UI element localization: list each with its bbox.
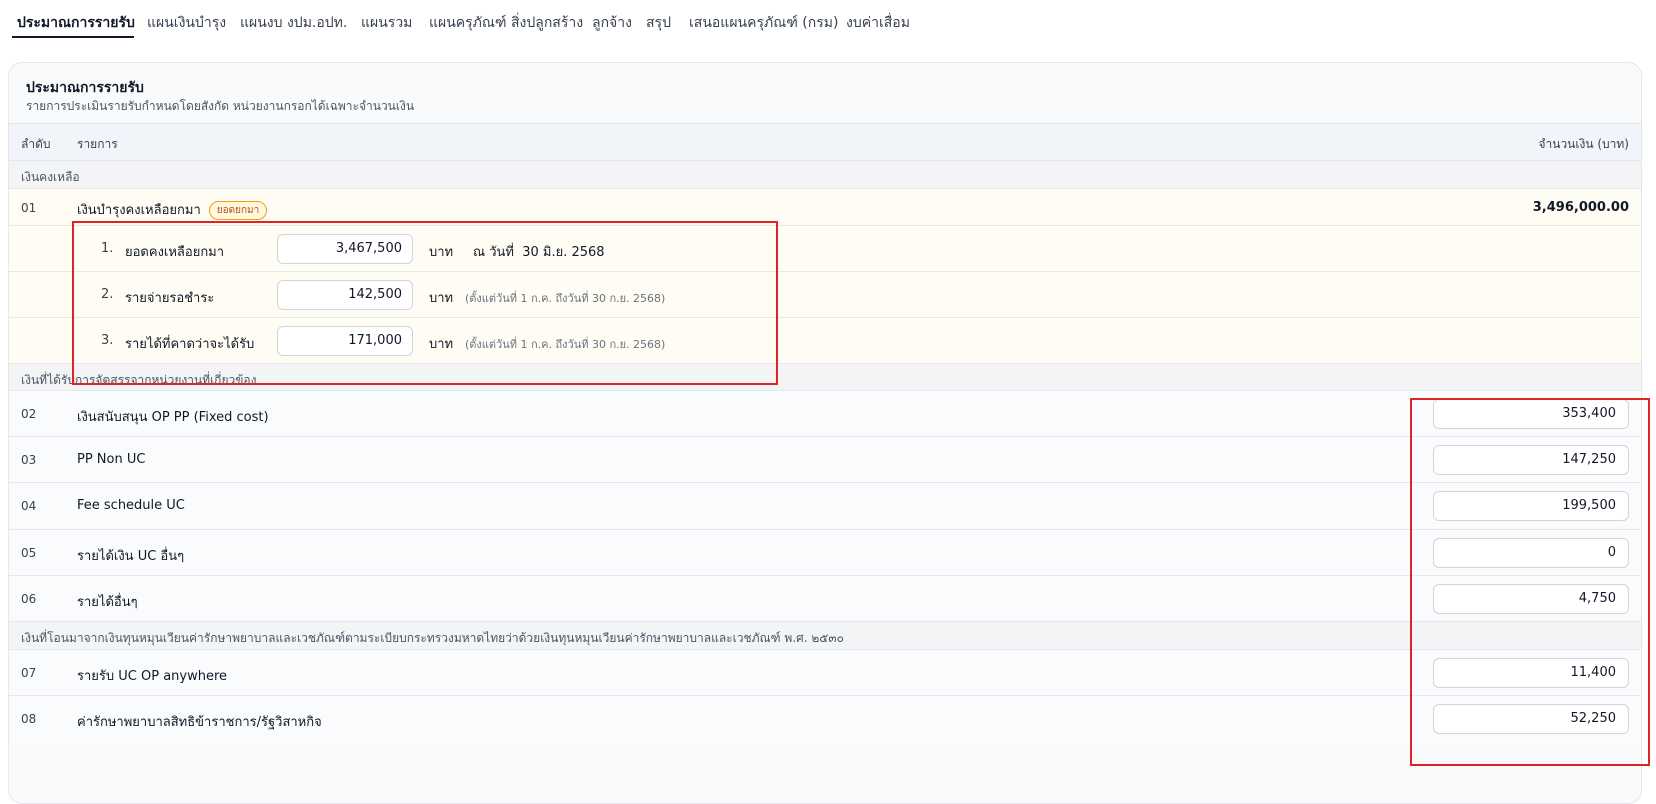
tab-summary[interactable]: สรุป — [646, 12, 671, 34]
table-row: 07 รายรับ UC OP anywhere 11,400 — [9, 649, 1641, 695]
row-no: 01 — [21, 201, 37, 215]
header-name: รายการ — [77, 137, 118, 151]
tab-bar: ประมาณการรายรับ แผนเงินบำรุง แผนงบ งปม.อ… — [0, 0, 1656, 38]
row-name: ค่ารักษาพยาบาลสิทธิข้าราชการ/รัฐวิสาหกิจ — [77, 715, 322, 730]
row-name: PP Non UC — [77, 452, 146, 467]
row-no: 02 — [21, 407, 37, 421]
group-label: เงินคงเหลือ — [21, 170, 80, 184]
table-row: 03 PP Non UC 147,250 — [9, 436, 1641, 482]
tab-equipment-plan[interactable]: แผนครุภัณฑ์ สิ่งปลูกสร้าง — [429, 12, 583, 34]
row-no: 03 — [21, 453, 37, 467]
tab-combined-plan[interactable]: แผนรวม — [361, 12, 412, 34]
row-name: เงินบำรุงคงเหลือยกมา ยอดยกมา — [77, 199, 268, 220]
tab-propose-equipment[interactable]: เสนอแผนครุภัณฑ์ (กรม) — [689, 12, 838, 34]
carried-forward-badge: ยอดยกมา — [208, 201, 268, 220]
row-no: 07 — [21, 666, 37, 680]
row-name: รายได้อื่นๆ — [77, 595, 138, 610]
revenue-estimate-card: ประมาณการรายรับ รายการประเมินรายรับกำหนด… — [8, 62, 1642, 804]
tab-local-budget-plan[interactable]: แผนงบ งปม.อปท. — [240, 12, 347, 34]
header-no: ลำดับ — [21, 137, 51, 151]
card-title: ประมาณการรายรับ — [26, 80, 144, 96]
row-name: เงินสนับสนุน OP PP (Fixed cost) — [77, 410, 269, 425]
group-label: เงินที่โอนมาจากเงินทุนหมุนเวียนค่ารักษาพ… — [21, 631, 844, 645]
highlight-box-amounts — [1410, 398, 1650, 766]
row-no: 06 — [21, 592, 37, 606]
tab-revenue-estimate[interactable]: ประมาณการรายรับ — [17, 12, 135, 34]
table-row: 06 รายได้อื่นๆ 4,750 — [9, 575, 1641, 621]
row-name: รายได้เงิน UC อื่นๆ — [77, 549, 185, 564]
active-tab-indicator — [12, 36, 134, 38]
highlight-box-balance — [72, 221, 778, 385]
table-row: 01 เงินบำรุงคงเหลือยกมา ยอดยกมา 3,496,000… — [9, 188, 1641, 225]
tab-depreciation[interactable]: งบค่าเสื่อม — [846, 12, 910, 34]
table-row: 08 ค่ารักษาพยาบาลสิทธิข้าราชการ/รัฐวิสาห… — [9, 695, 1641, 745]
row-no: 08 — [21, 712, 37, 726]
row-name: รายรับ UC OP anywhere — [77, 669, 228, 684]
tab-employees[interactable]: ลูกจ้าง — [592, 12, 632, 34]
header-amount: จำนวนเงิน (บาท) — [1538, 137, 1629, 151]
row-name: Fee schedule UC — [77, 498, 185, 513]
table-row: 05 รายได้เงิน UC อื่นๆ 0 — [9, 529, 1641, 575]
group-revolving-fund: เงินที่โอนมาจากเงินทุนหมุนเวียนค่ารักษาพ… — [9, 621, 1641, 649]
row-no: 04 — [21, 499, 37, 513]
group-balance: เงินคงเหลือ — [9, 160, 1641, 188]
table-row: 02 เงินสนับสนุน OP PP (Fixed cost) 353,4… — [9, 390, 1641, 436]
row-total: 3,496,000.00 — [1532, 200, 1629, 215]
row-no: 05 — [21, 546, 37, 560]
tab-maintenance-plan[interactable]: แผนเงินบำรุง — [147, 12, 226, 34]
table-row: 04 Fee schedule UC 199,500 — [9, 482, 1641, 529]
table-header: ลำดับ รายการ จำนวนเงิน (บาท) — [9, 123, 1641, 160]
card-subtitle: รายการประเมินรายรับกำหนดโดยสังกัด หน่วยง… — [26, 99, 415, 113]
